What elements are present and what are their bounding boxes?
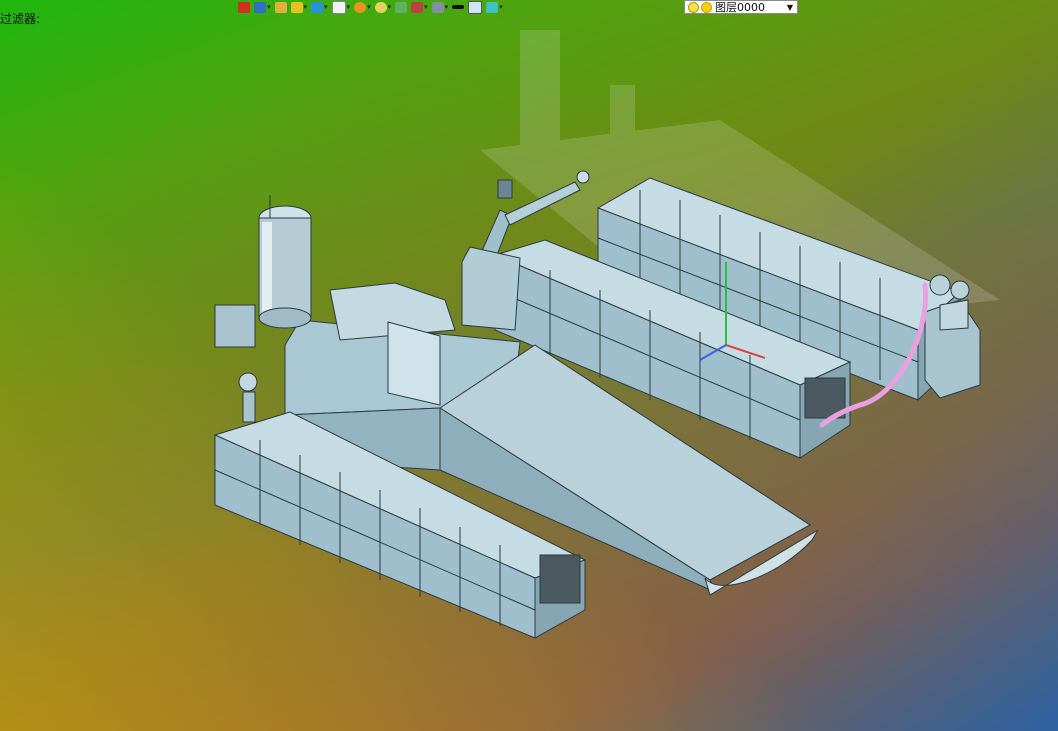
vertical-tank [214, 195, 312, 348]
small-pump [238, 372, 258, 423]
cad-model-viewport[interactable] [0, 0, 1058, 731]
